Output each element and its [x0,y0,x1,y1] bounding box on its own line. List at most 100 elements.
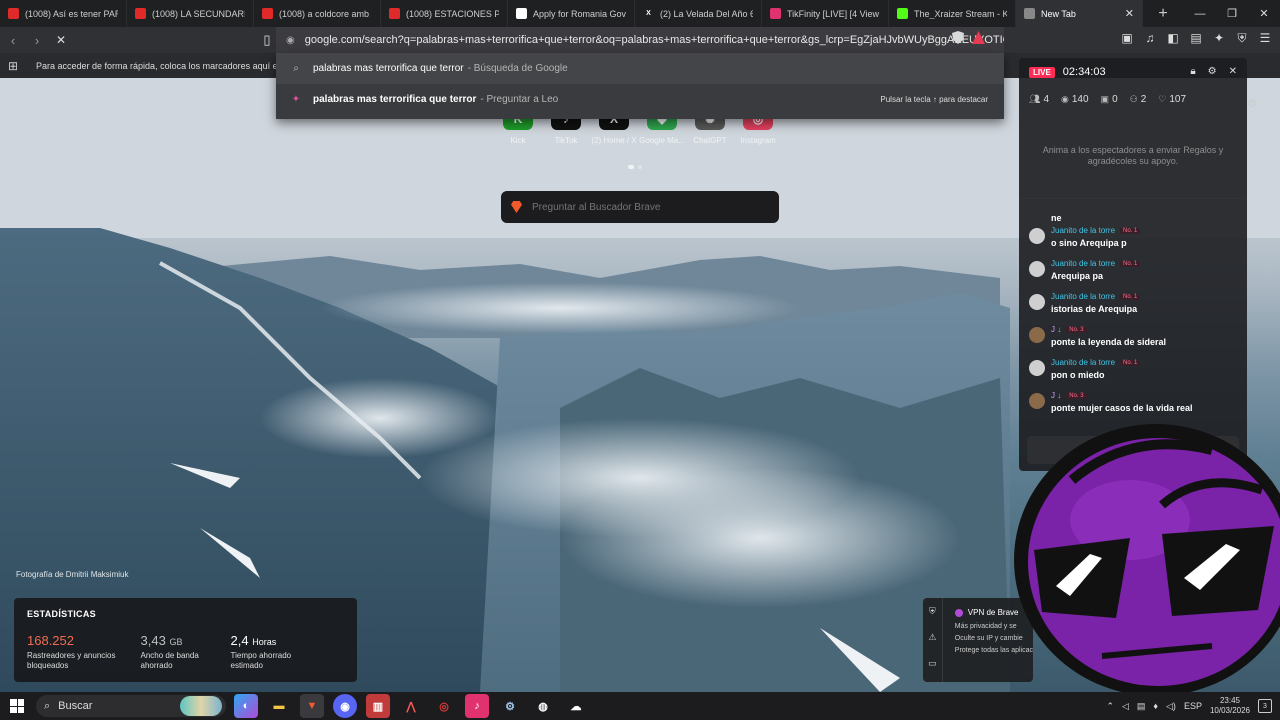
brave-shields-icon[interactable] [952,31,964,44]
vpn-shield-icon[interactable]: ⛨ [929,606,936,617]
tab-6[interactable]: X (2) La Velada Del Año 6 (@ [635,0,762,27]
tikfinity-icon [770,8,781,19]
app-record-icon[interactable]: ◎ [432,694,456,718]
chat-list: ne Juanito de la torre No. 1 o sino Arequi… [1019,198,1247,421]
brave-search-input[interactable] [532,201,762,213]
forward-button[interactable]: › [26,29,48,51]
chat-username[interactable]: Juanito de la torre [1051,259,1115,268]
media-icon[interactable]: ▭ [928,658,937,669]
tab-9[interactable]: New Tab ✕ [1016,0,1143,27]
tray-chevron-icon[interactable]: ⌃ [1106,701,1114,712]
menu-icon[interactable]: ☰ [1258,31,1272,46]
brave-rewards-icon[interactable] [972,31,985,44]
avatar[interactable] [1029,294,1045,310]
tab-2[interactable]: (1008) LA SECUNDARIA ES [127,0,254,27]
mic-icon[interactable]: ♦ [1153,701,1158,711]
gift-icon: ▣ [1100,94,1110,104]
site-info-icon[interactable]: ◉ [286,35,295,46]
rank-badge: No. 1 [1120,293,1141,300]
app-ghost-icon[interactable]: ☁ [564,694,588,718]
tab-title: (2) La Velada Del Año 6 (@ [660,8,753,19]
tab-4[interactable]: (1008) ESTACIONES Param [381,0,508,27]
photo-credit[interactable]: Fotografía de Dmitrii Maksimiuk [16,570,128,579]
vpn-title: VPN de Brave [967,608,1019,617]
app-tent-icon[interactable]: ⋀ [399,694,423,718]
vpn-logo-icon [954,608,963,617]
window-controls: — ❐ ✕ [1184,0,1280,27]
avatar[interactable] [1029,228,1045,244]
copilot-icon[interactable]: ◐ [234,694,258,718]
suggestion-google[interactable]: ⌕ palabras mas terrorifica que terror - … [276,53,1004,84]
close-window-icon[interactable]: ✕ [1248,0,1280,27]
tab-5[interactable]: Apply for Romania Govern [508,0,635,27]
chat-username[interactable]: Juanito de la torre [1051,226,1115,235]
leo-icon[interactable]: ✦ [1212,31,1226,46]
toolbar: ‹ › ✕ ▯ ◉ google.com/search?q=palabras+m… [0,27,1280,53]
taskbar-search[interactable]: ⌕ Buscar [36,695,226,717]
maximize-icon[interactable]: ❐ [1216,0,1248,27]
close-icon[interactable]: ✕ [1229,66,1237,77]
steam-icon[interactable]: ⚙ [498,694,522,718]
tab-3[interactable]: (1008) a coldcore amb [254,0,381,27]
settings-icon[interactable]: ⚙ [1208,66,1217,77]
url-actions [952,31,985,44]
brave-browser-icon[interactable]: ▼ [300,694,324,718]
shortcut-label: Kick [510,136,526,145]
apps-grid-icon[interactable]: ⊞ [8,59,22,73]
obs-icon[interactable]: ◍ [531,694,555,718]
live-badge: LIVE [1029,66,1055,78]
warning-icon[interactable]: ⚠ [928,632,936,643]
avatar[interactable] [1029,360,1045,376]
tab-1[interactable]: (1008) Así es tener PAREJA [0,0,127,27]
vpn-icon[interactable]: ⛨ [1235,31,1249,46]
wallet-icon[interactable]: ▤ [1189,31,1203,46]
speaker-tray-icon[interactable]: ◁ [1122,701,1129,712]
top-sites-pager[interactable] [628,165,642,169]
chat-username[interactable]: J ↓ [1051,325,1061,334]
minimize-icon[interactable]: — [1184,0,1216,27]
lock-icon[interactable]: 🔒︎ [1190,66,1195,77]
tab-title: TikFinity [LIVE] [4 View [787,8,880,19]
chat-username[interactable]: Juanito de la torre [1051,358,1115,367]
clock[interactable]: 23:45 10/03/2026 [1210,696,1250,716]
avatar[interactable] [1029,393,1045,409]
brave-search-box[interactable] [501,191,779,223]
chat-username[interactable]: J ↓ [1051,391,1061,400]
address-bar[interactable]: ◉ google.com/search?q=palabras+mas+terro… [276,27,1004,53]
stop-loading-button[interactable]: ✕ [50,29,72,51]
notifications-icon[interactable]: 3 [1258,699,1272,713]
tab-title: (1008) Así es tener PAREJA [25,8,118,19]
volume-icon[interactable]: ◁) [1166,701,1176,712]
chat-text: Arequipa pa [1051,271,1104,281]
taskbar-apps: ◐ ▬ ▼ ◉ ▥ ⋀ ◎ ♪ ⚙ ◍ ☁ [234,694,588,718]
new-tab-button[interactable]: + [1153,4,1173,24]
music-icon[interactable]: ♫ [1143,31,1157,46]
kick-icon [897,8,908,19]
bookmark-icon[interactable]: ▯ [256,29,278,51]
gear-icon[interactable]: ⚙ [1247,97,1257,110]
back-button[interactable]: ‹ [2,29,24,51]
sidebar-icon[interactable]: ◧ [1166,31,1180,46]
wifi-icon[interactable]: ▤ [1137,701,1146,712]
chat-username[interactable]: Juanito de la torre [1051,292,1115,301]
language-indicator[interactable]: ESP [1184,701,1202,711]
rank-badge: No. 1 [1120,227,1141,234]
close-tab-icon[interactable]: ✕ [1125,7,1134,20]
live-timer: 02:34:03 [1062,66,1106,78]
youtube-icon [262,8,273,19]
avatar[interactable] [1029,327,1045,343]
discord-icon[interactable]: ◉ [333,694,357,718]
tiktok-icon[interactable]: ♪ [465,694,489,718]
blocked-label: Rastreadores y anuncios bloqueados [27,651,116,670]
bandwidth-value: 3,43 [140,633,166,648]
rank-badge: No. 3 [1066,392,1087,399]
app-icon[interactable]: ▥ [366,694,390,718]
avatar[interactable] [1029,261,1045,277]
tab-7[interactable]: TikFinity [LIVE] [4 View [762,0,889,27]
bookmarks-hint: Para acceder de forma rápida, coloca los… [36,60,316,71]
screenshot-icon[interactable]: ▣ [1120,31,1134,46]
windows-start-icon[interactable] [10,699,24,713]
file-explorer-icon[interactable]: ▬ [267,694,291,718]
tab-8[interactable]: The_Xraizer Stream - Kick [889,0,1016,27]
youtube-icon [135,8,146,19]
